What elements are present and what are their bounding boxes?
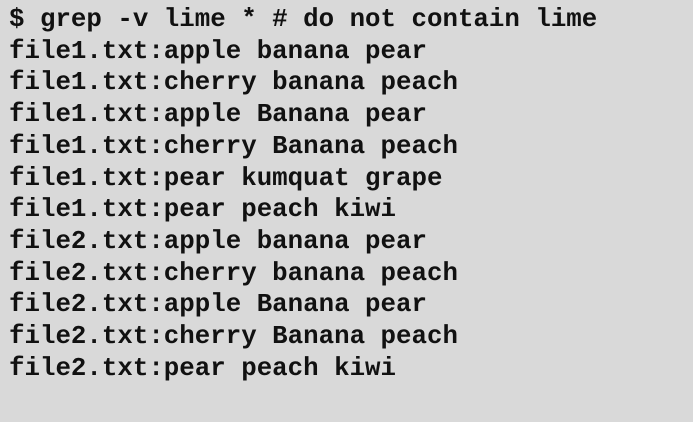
output-line: file1.txt:pear kumquat grape (9, 163, 443, 193)
output-line: file1.txt:cherry Banana peach (9, 131, 458, 161)
output-line: file1.txt:apple banana pear (9, 36, 427, 66)
output-line: file1.txt:cherry banana peach (9, 68, 458, 98)
output-line: file2.txt:cherry Banana peach (9, 322, 458, 352)
output-line: file1.txt:apple Banana pear (9, 100, 427, 130)
command-line: $ grep -v lime * # do not contain lime (9, 5, 598, 34)
output-line: file2.txt:pear peach kiwi (9, 353, 397, 383)
output-line: file2.txt:cherry banana peach (9, 258, 458, 288)
output-line: file1.txt:pear peach kiwi (9, 195, 397, 225)
output-line: file2.txt:apple banana pear (9, 226, 427, 256)
terminal-window: $ grep -v lime * # do not contain lime f… (0, 0, 693, 422)
output-line: file2.txt:apple Banana pear (9, 290, 427, 320)
